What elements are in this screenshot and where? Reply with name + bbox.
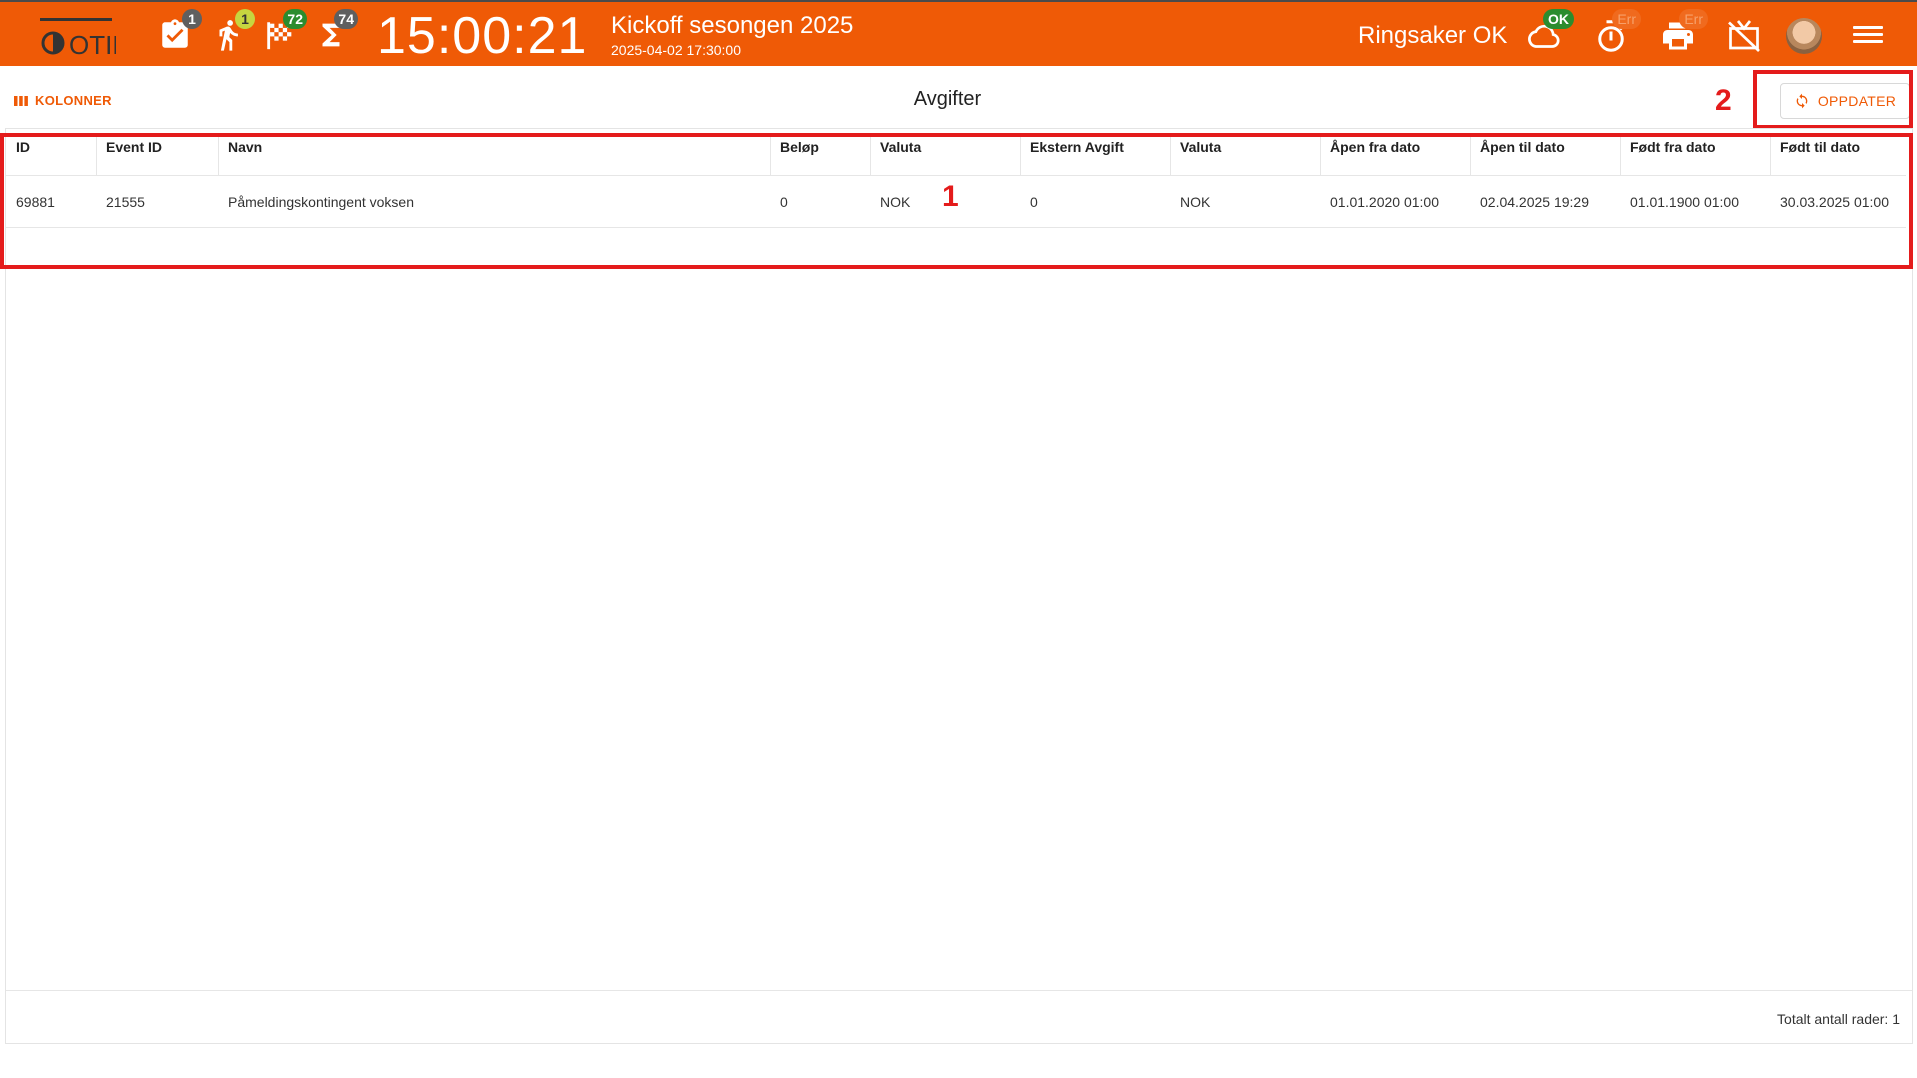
grid-footer: Totalt antall rader: 1 [6, 990, 1912, 1043]
entries-status[interactable]: 1 [158, 9, 202, 52]
grid-toolbar: KOLONNER Avgifter 2 OPPDATER [0, 70, 1917, 130]
total-rows-count: Totalt antall rader: 1 [1777, 1011, 1900, 1027]
display-status[interactable] [1726, 18, 1762, 54]
page-title: Avgifter [913, 88, 982, 110]
annotation-marker-2: 2 [1715, 84, 1732, 117]
event-datetime: 2025-04-02 17:30:00 [611, 42, 741, 58]
entries-badge: 1 [182, 9, 202, 29]
top-bar: OTID 1 1 72 74 15:00:21 Kickoff sesongen… [0, 0, 1917, 66]
total-status[interactable]: 74 [314, 9, 358, 52]
finished-badge: 72 [283, 9, 307, 29]
otid-logo[interactable]: OTID [40, 16, 131, 60]
cloud-sync-status[interactable]: OK [1526, 9, 1574, 54]
tv-off-icon [1728, 20, 1760, 52]
race-clock: 15:00:21 [377, 7, 588, 65]
runners-badge: 1 [235, 9, 255, 29]
timer-status[interactable]: Err [1593, 9, 1641, 54]
printer-badge: Err [1679, 9, 1708, 29]
club-name[interactable]: Ringsaker OK [1358, 22, 1507, 50]
runners-status[interactable]: 1 [211, 9, 255, 52]
annotation-box-1 [0, 133, 1913, 269]
annotation-box-2 [1753, 70, 1913, 129]
printer-status[interactable]: Err [1660, 9, 1708, 54]
total-badge: 74 [334, 9, 358, 29]
event-title[interactable]: Kickoff sesongen 2025 [611, 12, 853, 40]
user-avatar[interactable] [1786, 18, 1822, 54]
timer-badge: Err [1612, 9, 1641, 29]
cloud-badge: OK [1543, 9, 1574, 29]
logo-text: OTID [69, 30, 116, 56]
finished-status[interactable]: 72 [263, 9, 307, 52]
hamburger-menu-icon[interactable] [1853, 22, 1883, 48]
